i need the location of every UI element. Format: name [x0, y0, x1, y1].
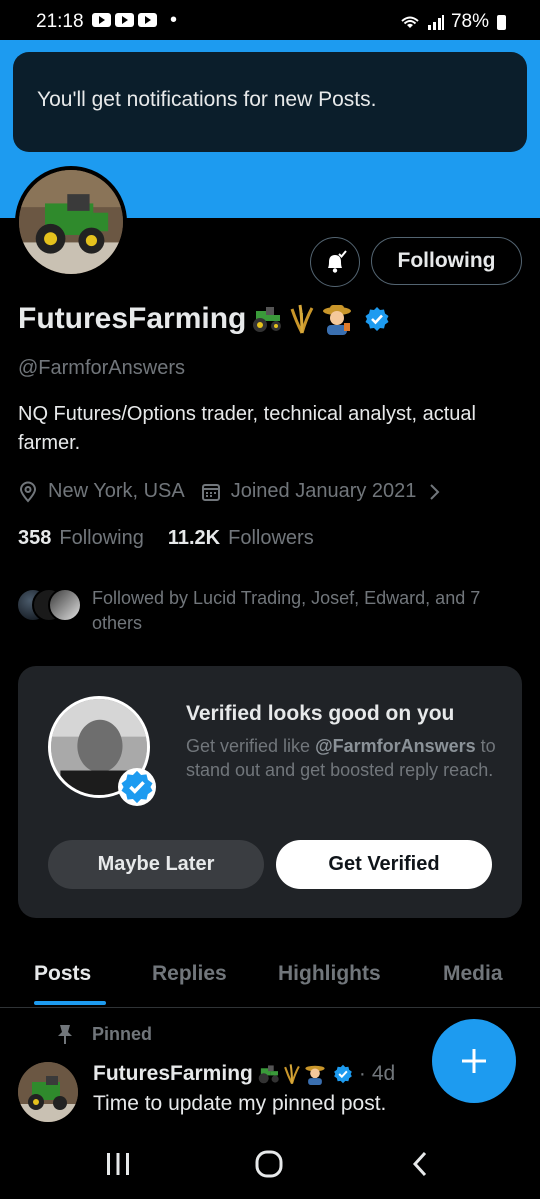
- status-dot: •: [170, 9, 178, 31]
- tab-media[interactable]: Media: [443, 962, 503, 986]
- tractor-photo: [19, 170, 123, 274]
- following-button[interactable]: Following: [371, 237, 522, 285]
- profile-avatar[interactable]: [15, 166, 127, 278]
- compose-post-button[interactable]: [432, 1019, 516, 1103]
- home-icon[interactable]: [254, 1150, 284, 1178]
- notifications-toggle-button[interactable]: [310, 237, 360, 287]
- sheaf-of-rice-emoji-icon: [284, 1064, 300, 1085]
- post-header: FuturesFarming · 4d: [93, 1062, 395, 1086]
- pinned-label: Pinned: [56, 1023, 152, 1045]
- status-system-icons: 78%: [399, 11, 506, 33]
- notification-toast: You'll get notifications for new Posts.: [13, 52, 527, 152]
- farmer-emoji-icon: [305, 1065, 325, 1085]
- followers-count[interactable]: 11.2K Followers: [168, 527, 314, 550]
- post-author-avatar[interactable]: [18, 1062, 78, 1122]
- profile-display-name: FuturesFarming: [18, 302, 390, 336]
- bell-check-icon: [328, 250, 347, 273]
- post-author-name[interactable]: FuturesFarming: [93, 1062, 253, 1086]
- battery-icon: [497, 14, 506, 30]
- farmer-emoji-icon: [323, 305, 352, 335]
- back-icon[interactable]: [408, 1150, 432, 1178]
- followed-by[interactable]: Followed by Lucid Trading, Josef, Edward…: [16, 586, 526, 636]
- verified-badge-icon: [118, 768, 156, 806]
- youtube-icon: [115, 13, 134, 27]
- active-tab-indicator: [34, 1001, 106, 1005]
- tractor-emoji-icon: [253, 307, 282, 332]
- post-separator: ·: [358, 1062, 366, 1085]
- joined-date[interactable]: Joined January 2021: [201, 480, 443, 503]
- sheaf-of-rice-emoji-icon: [290, 304, 314, 334]
- display-name-text: FuturesFarming: [18, 302, 247, 335]
- profile-handle: @FarmforAnswers: [18, 357, 185, 379]
- pin-icon: [58, 1025, 72, 1044]
- promo-text: Get verified like @FarmforAnswers to sta…: [186, 736, 496, 780]
- verified-badge-icon: [334, 1064, 352, 1084]
- tractor-emoji-icon: [258, 1065, 279, 1084]
- wifi-icon: [401, 16, 419, 28]
- post-time: 4d: [371, 1062, 396, 1085]
- following-count[interactable]: 358 Following: [18, 527, 144, 550]
- calendar-icon: [201, 483, 220, 501]
- profile-meta: New York, USA Joined January 2021: [18, 480, 458, 503]
- youtube-icon: [138, 13, 157, 27]
- status-notification-icons: [92, 13, 157, 27]
- profile-tabs: Posts Replies Highlights Media: [0, 952, 540, 1008]
- location: New York, USA: [18, 480, 185, 503]
- system-navigation-bar: [0, 1130, 540, 1199]
- tab-replies[interactable]: Replies: [152, 962, 227, 986]
- maybe-later-button[interactable]: Maybe Later: [48, 840, 264, 889]
- follow-counts: 358 Following 11.2K Followers: [18, 527, 338, 550]
- followed-by-text: Followed by Lucid Trading, Josef, Edward…: [92, 588, 481, 633]
- tab-highlights[interactable]: Highlights: [278, 962, 381, 986]
- chevron-right-icon: [430, 483, 440, 500]
- location-pin-icon: [19, 481, 37, 503]
- post-text[interactable]: Time to update my pinned post.: [93, 1092, 386, 1116]
- get-verified-button[interactable]: Get Verified: [276, 840, 492, 889]
- verified-badge-icon[interactable]: [364, 306, 390, 332]
- verified-promo-card: Verified looks good on you Get verified …: [18, 666, 522, 918]
- name-emojis: [248, 303, 354, 335]
- status-bar: 21:18 • 78%: [0, 0, 540, 40]
- followed-by-avatars: [16, 586, 86, 622]
- profile-bio: NQ Futures/Options trader, technical ana…: [18, 403, 476, 454]
- battery-percent: 78%: [450, 11, 489, 32]
- status-time: 21:18: [36, 11, 84, 32]
- signal-icon: [427, 15, 444, 30]
- toast-message: You'll get notifications for new Posts.: [37, 88, 377, 111]
- youtube-icon: [92, 13, 111, 27]
- promo-title: Verified looks good on you: [186, 702, 455, 725]
- avatar: [48, 588, 82, 622]
- tab-posts[interactable]: Posts: [34, 962, 91, 986]
- plus-icon: [462, 1049, 486, 1073]
- recent-apps-icon[interactable]: [104, 1150, 132, 1178]
